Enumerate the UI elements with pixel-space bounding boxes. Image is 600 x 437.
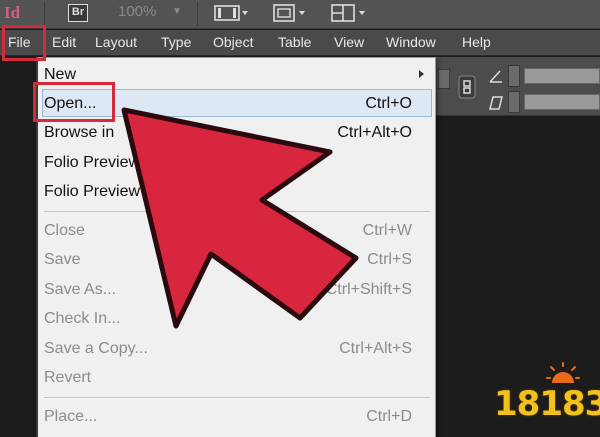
shear-angle-icon: [489, 96, 503, 110]
rotate-angle-field[interactable]: [524, 68, 600, 84]
menu-item-shortcut: Ctrl+Shift+S: [325, 281, 412, 298]
menu-item-label: Place...: [44, 408, 98, 425]
open-item-callout-box: [33, 82, 115, 122]
menu-item-shortcut: Ctrl+W: [362, 222, 412, 239]
menu-item-label: Folio Preview: [44, 154, 141, 171]
rotate-angle-icon: [489, 70, 502, 83]
menu-view[interactable]: View: [334, 34, 364, 50]
menu-help[interactable]: Help: [462, 34, 491, 50]
rotate-stepper[interactable]: [508, 65, 520, 87]
menu-item-close[interactable]: Close Ctrl+W: [38, 217, 434, 245]
menu-item-folio-preview[interactable]: Folio Preview: [38, 149, 434, 177]
toolbar-divider: [197, 2, 198, 26]
menu-item-shortcut: Ctrl+S: [367, 251, 412, 268]
menu-item-place[interactable]: Place... Ctrl+D: [38, 403, 434, 431]
menu-divider: [44, 211, 430, 212]
menu-item-check-in[interactable]: Check In...: [38, 305, 434, 333]
menu-item-label: Close: [44, 222, 85, 239]
menu-table[interactable]: Table: [278, 34, 311, 50]
file-menu-callout-box: [2, 25, 46, 61]
menu-item-label: Check In...: [44, 310, 121, 327]
indesign-logo: Id: [4, 3, 21, 22]
view-options-icon[interactable]: [214, 4, 250, 22]
watermark-text: 18183: [494, 384, 600, 424]
sun-icon: [546, 362, 580, 383]
zoom-level[interactable]: 100%: [118, 3, 156, 20]
menu-item-save[interactable]: Save Ctrl+S: [38, 246, 434, 274]
arrange-documents-icon[interactable]: [330, 4, 368, 22]
constrain-proportions-icon[interactable]: [458, 75, 476, 99]
menu-item-label: Revert: [44, 369, 92, 386]
submenu-arrow-icon: [419, 70, 424, 78]
shear-stepper[interactable]: [508, 91, 520, 113]
menu-window[interactable]: Window: [386, 34, 436, 50]
menu-item-save-a-copy[interactable]: Save a Copy... Ctrl+Alt+S: [38, 335, 434, 363]
menu-item-label: Save a Copy...: [44, 340, 148, 357]
menu-layout[interactable]: Layout: [95, 34, 137, 50]
menu-item-shortcut: Ctrl+Alt+S: [339, 340, 412, 357]
menu-bar: File Edit Layout Type Object Table View …: [0, 30, 600, 56]
bridge-button[interactable]: Br: [68, 4, 88, 22]
menu-item-revert[interactable]: Revert: [38, 364, 434, 392]
menu-edit[interactable]: Edit: [52, 34, 76, 50]
menu-item-save-as[interactable]: Save As... Ctrl+Shift+S: [38, 276, 434, 304]
menu-item-shortcut: Ctrl+Alt+O: [337, 124, 412, 141]
menu-type[interactable]: Type: [161, 34, 191, 50]
menu-item-label: Save: [44, 251, 81, 268]
menu-item-label: Save As...: [44, 281, 117, 298]
application-bar: Id Br 100% ▼: [0, 0, 600, 29]
watermark-logo: 18183: [494, 362, 600, 432]
toolbar-divider: [44, 2, 45, 26]
menu-item-label: Browse in: [44, 124, 115, 141]
menu-item-label: Folio Preview S: [44, 183, 156, 200]
zoom-dropdown-icon[interactable]: ▼: [172, 6, 182, 17]
control-panel: [436, 57, 600, 116]
stepper[interactable]: [438, 69, 450, 89]
menu-object[interactable]: Object: [213, 34, 253, 50]
menu-divider: [44, 397, 430, 398]
screen-mode-icon[interactable]: [272, 4, 308, 22]
menu-item-folio-preview-settings[interactable]: Folio Preview S: [38, 178, 434, 206]
shear-angle-field[interactable]: [524, 94, 600, 110]
menu-item-shortcut: Ctrl+D: [366, 408, 412, 425]
menu-item-shortcut: Ctrl+O: [365, 95, 412, 112]
menu-item-browse[interactable]: Browse in Ctrl+Alt+O: [38, 119, 434, 147]
